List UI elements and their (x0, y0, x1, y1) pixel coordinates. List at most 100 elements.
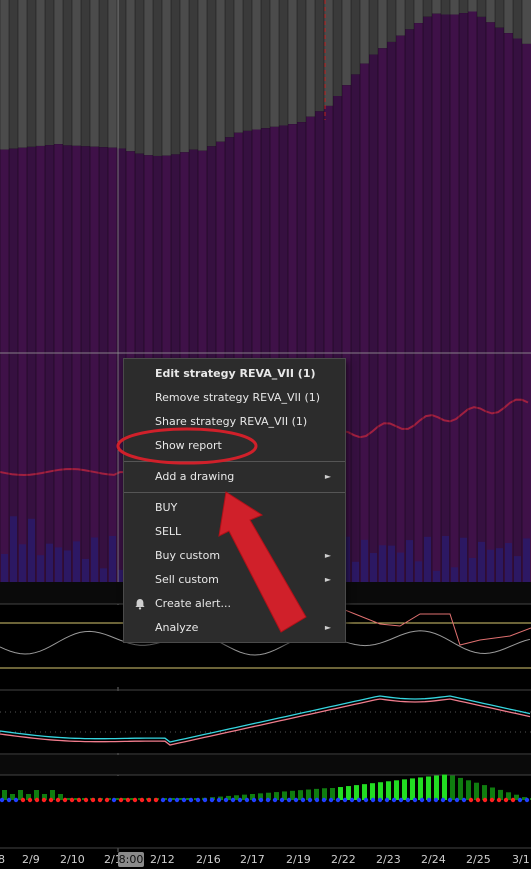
gray-bar (450, 0, 459, 15)
sell-item[interactable]: SELL (124, 520, 345, 544)
gray-bar (18, 0, 27, 148)
volume-bar (109, 536, 116, 582)
purple-bar (63, 145, 72, 582)
purple-bar (468, 11, 477, 582)
create-alert-label: Create alert... (155, 597, 231, 610)
buy-custom-label: Buy custom (155, 549, 221, 562)
purple-bar (459, 13, 468, 582)
gray-bar (90, 0, 99, 147)
purple-bar (432, 13, 441, 582)
indicator-panel-2[interactable] (0, 691, 531, 753)
signal-dot (48, 797, 54, 803)
gray-bar (387, 0, 396, 42)
purple-bar (81, 146, 90, 582)
signal-dot (349, 797, 355, 803)
purple-bar (495, 27, 504, 582)
gray-bar (315, 0, 324, 112)
buy-custom-item[interactable]: Buy custom ► (124, 544, 345, 568)
signal-dot (356, 797, 362, 803)
histogram-bar (426, 776, 431, 800)
signal-dot (237, 797, 243, 803)
volume-bar (433, 570, 440, 582)
signal-dot (55, 797, 61, 803)
volume-bar (37, 555, 44, 582)
signal-dot (454, 797, 460, 803)
gray-bar (369, 0, 378, 55)
edit-strategy-item[interactable]: Edit strategy REVA_VII (1) (124, 362, 345, 386)
gray-bar (45, 0, 54, 146)
volume-bar (514, 556, 521, 582)
volume-bar (388, 545, 395, 582)
signal-dot (104, 797, 110, 803)
gray-bar (72, 0, 81, 146)
purple-bar (423, 16, 432, 582)
submenu-arrow-icon: ► (324, 472, 331, 481)
gray-bar (432, 0, 441, 14)
purple-bar (99, 147, 108, 583)
signal-dot (398, 797, 404, 803)
volume-bar (442, 536, 449, 582)
show-report-item[interactable]: Show report (124, 434, 345, 458)
signal-dot (132, 797, 138, 803)
signal-dot (405, 797, 411, 803)
time-axis-label: 2/16 (196, 853, 221, 866)
time-axis-label: 2/10 (60, 853, 85, 866)
signal-dot (517, 797, 523, 803)
purple-bar (414, 23, 423, 583)
gray-bar (207, 0, 216, 147)
purple-bar (450, 14, 459, 583)
signal-dot (146, 797, 152, 803)
gray-bar (99, 0, 108, 148)
volume-bar (73, 541, 80, 582)
share-strategy-label: Share strategy REVA_VII (1) (155, 415, 308, 428)
signal-dot (496, 797, 502, 803)
purple-bar (0, 149, 9, 583)
context-menu[interactable]: Edit strategy REVA_VII (1) Remove strate… (123, 358, 346, 643)
signal-dot (433, 797, 439, 803)
gray-bar (360, 0, 369, 64)
time-axis-label: 2/19 (286, 853, 311, 866)
analyze-item[interactable]: Analyze ► (124, 616, 345, 640)
signal-dot (118, 797, 124, 803)
signal-dot (6, 797, 12, 803)
add-drawing-item[interactable]: Add a drawing ► (124, 465, 345, 489)
signal-dot (202, 797, 208, 803)
purple-bar (36, 145, 45, 582)
signal-dot (461, 797, 467, 803)
menu-separator (124, 492, 345, 493)
signal-dot (384, 797, 390, 803)
signal-dot (125, 797, 131, 803)
signal-dot (153, 797, 159, 803)
gray-bar (378, 0, 387, 49)
gray-bar (513, 0, 522, 39)
sell-custom-item[interactable]: Sell custom ► (124, 568, 345, 592)
gray-bar (216, 0, 225, 142)
gray-bar (144, 0, 153, 156)
purple-bar (387, 41, 396, 582)
share-strategy-item[interactable]: Share strategy REVA_VII (1) (124, 410, 345, 434)
volume-bar (370, 553, 377, 582)
volume-bar (496, 548, 503, 582)
edit-strategy-label: Edit strategy REVA_VII (1) (155, 367, 316, 380)
signal-dot (335, 797, 341, 803)
signal-dot (426, 797, 432, 803)
signal-dot (195, 797, 201, 803)
gray-bar (414, 0, 423, 24)
gray-bar (423, 0, 432, 17)
remove-strategy-item[interactable]: Remove strategy REVA_VII (1) (124, 386, 345, 410)
signal-dot (244, 797, 250, 803)
add-drawing-label: Add a drawing (155, 470, 235, 483)
signal-dot (223, 797, 229, 803)
buy-item[interactable]: BUY (124, 496, 345, 520)
signal-dot (27, 797, 33, 803)
create-alert-item[interactable]: Create alert... (124, 592, 345, 616)
gray-bar (405, 0, 414, 30)
signal-dot (510, 797, 516, 803)
gray-bar (171, 0, 180, 155)
gray-bar (288, 0, 297, 125)
signal-dot (503, 797, 509, 803)
signal-dot (328, 797, 334, 803)
gray-bar (477, 0, 486, 17)
analyze-label: Analyze (155, 621, 199, 634)
time-axis-label: 2/24 (421, 853, 446, 866)
